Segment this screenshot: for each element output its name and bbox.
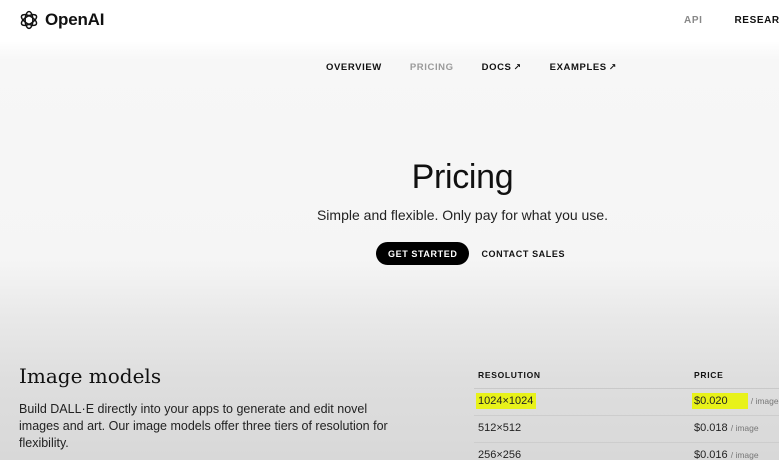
subnav-overview[interactable]: OVERVIEW — [326, 62, 382, 73]
page-title: Pricing — [411, 158, 514, 196]
price-unit: / image — [730, 450, 759, 460]
brand-logo[interactable]: OpenAI — [18, 8, 104, 32]
subnav-examples[interactable]: EXAMPLES ↗ — [550, 62, 617, 73]
price-value: $0.020 — [694, 395, 728, 407]
openai-logo-icon — [18, 9, 40, 31]
hero-actions: GET STARTED CONTACT SALES — [376, 242, 565, 265]
price-unit: / image — [750, 396, 779, 406]
subnav-label: OVERVIEW — [326, 62, 382, 73]
column-header-price: PRICE — [694, 370, 724, 380]
table-row: 1024×1024 $0.020 / image — [474, 389, 779, 416]
top-link-research[interactable]: RESEARCH — [734, 15, 779, 26]
subnav-pricing[interactable]: PRICING — [410, 62, 454, 73]
price-unit: / image — [730, 423, 759, 433]
resolution-cell: 256×256 — [478, 449, 522, 460]
subnav-label: EXAMPLES — [549, 62, 607, 73]
table-row: 256×256 $0.016 / image — [474, 443, 779, 460]
top-nav: API RESEARCH — [684, 15, 779, 26]
section-title-image-models: Image models — [19, 364, 162, 388]
price-value: $0.018 — [694, 422, 728, 434]
pricing-table: RESOLUTION PRICE 1024×1024 $0.020 / imag… — [474, 362, 779, 460]
page: OpenAI API RESEARCH OVERVIEW PRICING DOC… — [0, 0, 779, 460]
top-link-api[interactable]: API — [684, 15, 702, 26]
page-subtitle: Simple and flexible. Only pay for what y… — [316, 207, 609, 223]
subnav-docs[interactable]: DOCS ↗ — [482, 62, 522, 73]
section-description: Build DALL·E directly into your apps to … — [19, 402, 388, 450]
highlighted-price: $0.020 — [692, 393, 748, 409]
subnav-label: PRICING — [409, 62, 454, 73]
brand-name: OpenAI — [45, 10, 105, 29]
subnav-label: DOCS — [481, 62, 512, 73]
price-value: $0.016 — [694, 449, 728, 460]
table-row: 512×512 $0.018 / image — [474, 416, 779, 443]
top-header: OpenAI API RESEARCH — [0, 0, 779, 42]
resolution-cell: 1024×1024 — [476, 393, 537, 409]
price-cell: $0.016 / image — [694, 449, 759, 460]
contact-sales-link[interactable]: CONTACT SALES — [481, 249, 565, 259]
external-arrow-icon: ↗ — [513, 62, 522, 72]
external-arrow-icon: ↗ — [608, 62, 617, 72]
sub-navigation: OVERVIEW PRICING DOCS ↗ EXAMPLES ↗ — [326, 62, 617, 73]
get-started-button[interactable]: GET STARTED — [376, 242, 470, 265]
price-cell: $0.018 / image — [694, 422, 759, 434]
price-cell: $0.020 / image — [692, 393, 779, 409]
resolution-cell: 512×512 — [478, 422, 522, 434]
table-header: RESOLUTION PRICE — [474, 362, 779, 389]
column-header-resolution: RESOLUTION — [478, 370, 541, 380]
highlighted-resolution: 1024×1024 — [476, 393, 537, 409]
